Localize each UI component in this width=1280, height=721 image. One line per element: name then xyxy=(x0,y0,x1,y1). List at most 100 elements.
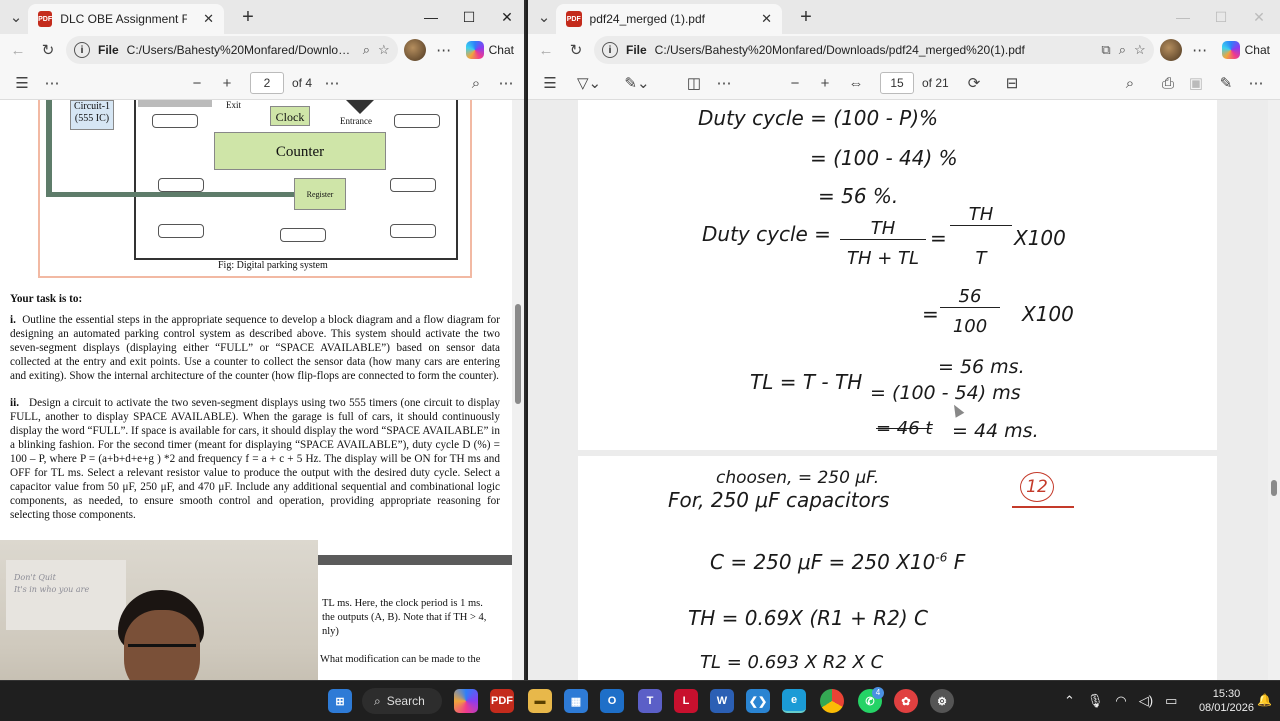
back-icon[interactable]: ← xyxy=(6,38,30,62)
search-icon[interactable]: ⌕ xyxy=(464,66,488,100)
minimize-icon[interactable]: — xyxy=(1164,0,1202,34)
address-bar[interactable]: i File C:/Users/Bahesty%20Monfared/Downl… xyxy=(66,36,398,64)
scrollbar-thumb[interactable] xyxy=(515,304,521,404)
profile-avatar[interactable] xyxy=(403,39,426,61)
toolbar-more-icon[interactable]: ⋯ xyxy=(712,66,736,100)
clock[interactable]: 15:30 08/01/2026 xyxy=(1199,687,1254,715)
microphone-icon[interactable]: 🎙 xyxy=(1087,693,1104,709)
toolbar-more-icon[interactable]: ⋯ xyxy=(40,66,64,100)
scrollbar-thumb[interactable] xyxy=(1271,480,1277,496)
profile-avatar[interactable] xyxy=(1159,39,1182,61)
settings-more-icon[interactable]: ⋯ xyxy=(1244,66,1268,100)
chat-button[interactable]: Chat xyxy=(462,41,518,59)
l-app-icon[interactable]: L xyxy=(674,689,698,713)
file-explorer-icon[interactable]: ▬ xyxy=(528,689,552,713)
edge-icon[interactable]: e xyxy=(782,689,806,713)
chrome-icon[interactable] xyxy=(820,689,844,713)
zoom-icon[interactable]: ⌕ xyxy=(1119,42,1126,58)
task-heading: Your task is to: xyxy=(10,293,83,305)
favorite-star-icon[interactable]: ☆ xyxy=(378,42,390,58)
teams-icon[interactable]: T xyxy=(638,689,662,713)
parking-figure: Circuit-1 (555 IC) Exit Clock Entrance C… xyxy=(38,100,472,278)
maximize-icon[interactable]: ☐ xyxy=(450,0,488,34)
two-page-view-icon[interactable]: ⊟ xyxy=(1000,66,1024,100)
save-icon[interactable]: ▣ xyxy=(1184,66,1208,100)
zoom-out-icon[interactable]: − xyxy=(784,66,806,100)
contents-list-icon[interactable]: ☰ xyxy=(538,66,562,100)
page-view-icon[interactable]: ◫ xyxy=(682,66,706,100)
rotate-icon[interactable]: ⟳ xyxy=(962,66,986,100)
zoom-icon[interactable]: ⌕ xyxy=(363,42,370,58)
windows-start-icon[interactable]: ⊞ xyxy=(328,689,352,713)
zoom-in-icon[interactable]: + xyxy=(216,66,238,100)
page-number-input[interactable]: 2 xyxy=(250,72,284,94)
draw-icon[interactable]: ✎⌄ xyxy=(622,66,652,100)
car-icon xyxy=(152,114,198,128)
window-controls: — ☐ ✕ xyxy=(412,0,524,34)
new-tab-icon[interactable]: + xyxy=(792,6,820,29)
notifications-bell-icon[interactable]: 🔔 xyxy=(1257,693,1272,707)
close-tab-icon[interactable]: ✕ xyxy=(203,11,214,27)
new-tab-icon[interactable]: + xyxy=(234,6,262,29)
chat-button[interactable]: Chat xyxy=(1218,41,1274,59)
page-number-input[interactable]: 15 xyxy=(880,72,914,94)
capacitance-text: C = 250 μF = 250 X10 xyxy=(710,550,936,574)
task-item-ii: ii. Design a circuit to activate the two… xyxy=(10,396,500,522)
times-100: X100 xyxy=(1022,302,1074,326)
info-icon[interactable]: i xyxy=(602,42,618,58)
fraction-denominator: T xyxy=(975,248,987,269)
contents-list-icon[interactable]: ☰ xyxy=(10,66,34,100)
outlook-icon[interactable]: O xyxy=(600,689,624,713)
back-icon[interactable]: ← xyxy=(534,38,558,62)
close-window-icon[interactable]: ✕ xyxy=(488,0,524,34)
tl-result: = 44 ms. xyxy=(952,420,1039,442)
tab-actions-chevron-icon[interactable]: ⌄ xyxy=(532,5,556,29)
close-tab-icon[interactable]: ✕ xyxy=(761,11,772,27)
refresh-icon[interactable]: ↻ xyxy=(564,38,588,62)
tab-pdf24-merged[interactable]: PDF pdf24_merged (1).pdf ✕ xyxy=(556,4,782,34)
battery-icon[interactable]: ▭ xyxy=(1165,693,1177,709)
tab-dlc-assignment[interactable]: PDF DLC OBE Assignment Fall 25-26 1 ✕ xyxy=(28,4,224,34)
settings-gear-icon[interactable]: ⚙ xyxy=(930,689,954,713)
taskbar: ⊞ ⌕ Search PDF ▬ ▦ O T L W ❮❯ e ✆ 4 ✿ ⚙ … xyxy=(0,680,1280,720)
print-icon[interactable]: ⎙ xyxy=(1156,66,1180,100)
fit-page-icon[interactable]: ⇔ xyxy=(844,66,868,100)
scrollbar[interactable] xyxy=(1268,100,1280,680)
more-menu-icon[interactable]: ⋯ xyxy=(1188,38,1212,62)
copilot-app-icon[interactable] xyxy=(454,689,478,713)
pdf-app-icon[interactable]: PDF xyxy=(490,689,514,713)
car-icon xyxy=(390,224,436,238)
search-icon[interactable]: ⌕ xyxy=(1118,66,1142,100)
wifi-icon[interactable]: ◠ xyxy=(1115,693,1126,709)
chevron-up-icon[interactable]: ⌃ xyxy=(1064,693,1075,709)
save-as-icon[interactable]: ✎ xyxy=(1214,66,1238,100)
info-icon[interactable]: i xyxy=(74,42,90,58)
toolbar-overflow-icon[interactable]: ⋯ xyxy=(320,66,344,100)
highlight-icon[interactable]: ▽⌄ xyxy=(574,66,604,100)
settings-more-icon[interactable]: ⋯ xyxy=(494,66,518,100)
url-text[interactable]: C:/Users/Bahesty%20Monfared/Downloads... xyxy=(127,43,355,57)
immersive-reader-icon[interactable]: ⧉ xyxy=(1101,42,1110,58)
taskbar-search[interactable]: ⌕ Search xyxy=(362,688,442,714)
more-menu-icon[interactable]: ⋯ xyxy=(432,38,456,62)
volume-icon[interactable]: ◁) xyxy=(1139,693,1153,709)
close-window-icon[interactable]: ✕ xyxy=(1240,0,1278,34)
next-page-line: nly) xyxy=(322,626,339,637)
word-icon[interactable]: W xyxy=(710,689,734,713)
scrollbar[interactable] xyxy=(512,100,524,680)
url-text[interactable]: C:/Users/Bahesty%20Monfared/Downloads/pd… xyxy=(655,43,1094,57)
store-icon[interactable]: ▦ xyxy=(564,689,588,713)
favorite-star-icon[interactable]: ☆ xyxy=(1134,42,1146,58)
vscode-icon[interactable]: ❮❯ xyxy=(746,689,770,713)
duty-formula-label: Duty cycle = xyxy=(702,222,831,246)
maximize-icon[interactable]: ☐ xyxy=(1202,0,1240,34)
equals-sign: = xyxy=(922,302,939,326)
minimize-icon[interactable]: — xyxy=(412,0,450,34)
zoom-out-icon[interactable]: − xyxy=(186,66,208,100)
tab-actions-chevron-icon[interactable]: ⌄ xyxy=(4,5,28,29)
app-icon[interactable]: ✿ xyxy=(894,689,918,713)
refresh-icon[interactable]: ↻ xyxy=(36,38,60,62)
zoom-in-icon[interactable]: + xyxy=(814,66,836,100)
address-bar[interactable]: i File C:/Users/Bahesty%20Monfared/Downl… xyxy=(594,36,1154,64)
pdf-toolbar: ☰ ⋯ − + 2 of 4 ⋯ ⌕ ⋯ xyxy=(0,66,524,100)
